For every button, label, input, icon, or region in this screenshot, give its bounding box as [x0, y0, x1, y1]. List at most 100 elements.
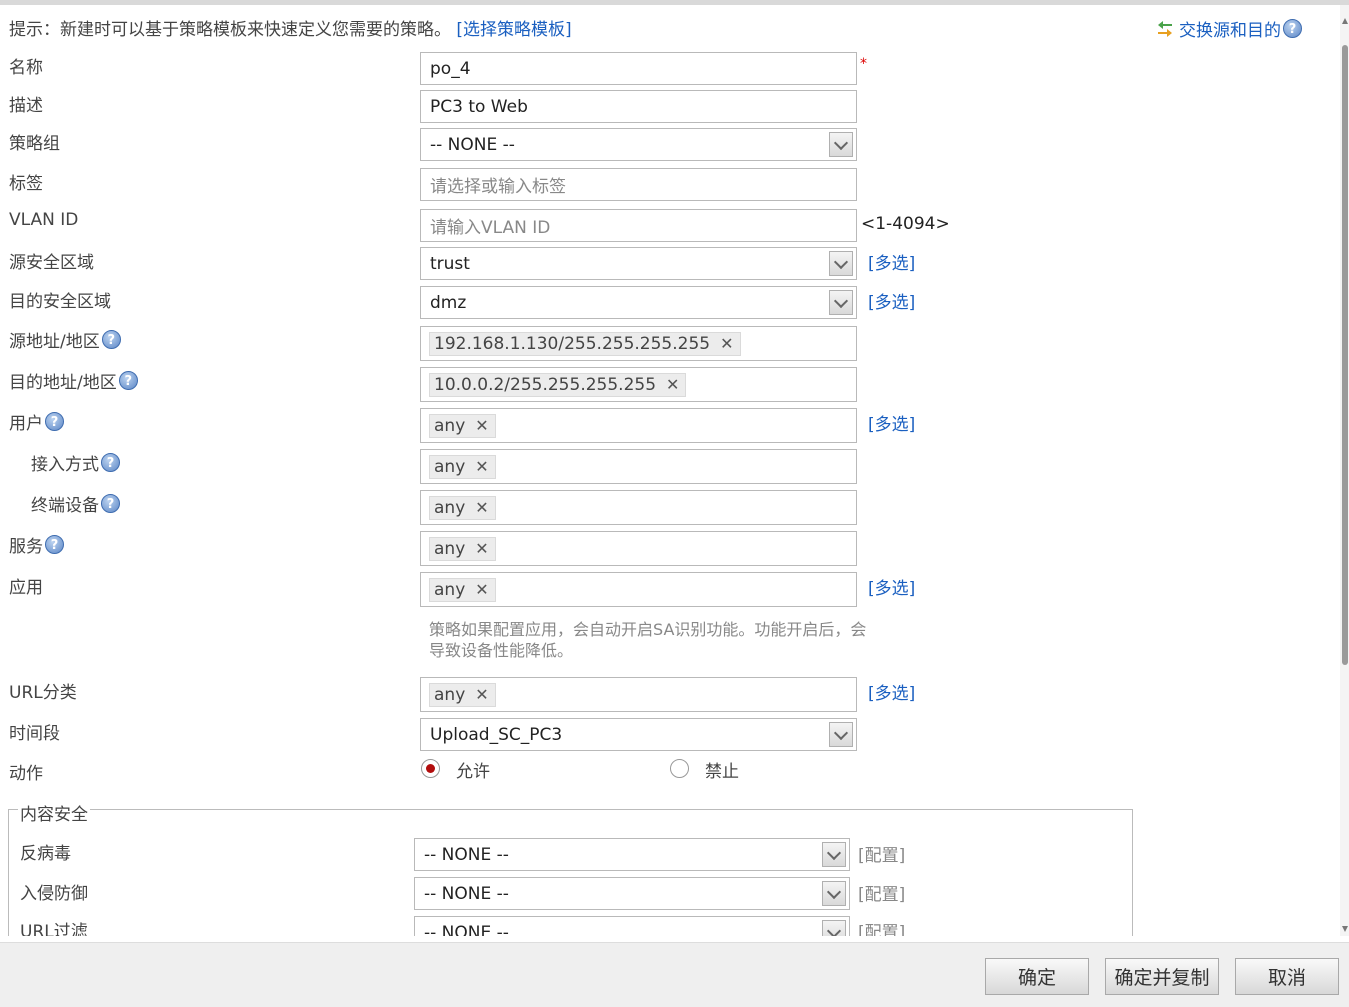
- src-addr-tag-text: 192.168.1.130/255.255.255.255: [434, 333, 711, 354]
- remove-icon[interactable]: ✕: [475, 457, 488, 476]
- template-hint: 提示：新建时可以基于策略模板来快速定义您需要的策略。 [选择策略模板]: [9, 15, 572, 40]
- action-allow-radio[interactable]: [421, 759, 440, 778]
- ok-button[interactable]: 确定: [985, 958, 1089, 995]
- help-icon[interactable]: ?: [1283, 19, 1302, 38]
- url-filter-select[interactable]: -- NONE --: [414, 916, 850, 936]
- dst-zone-value: dmz: [430, 292, 467, 313]
- remove-icon[interactable]: ✕: [720, 334, 733, 353]
- help-icon[interactable]: ?: [101, 494, 120, 513]
- scroll-up-icon[interactable]: [1342, 18, 1348, 24]
- url-category-multi-select[interactable]: [多选]: [868, 679, 915, 704]
- chevron-down-icon[interactable]: [822, 920, 846, 936]
- remove-icon[interactable]: ✕: [475, 580, 488, 599]
- application-note: 策略如果配置应用，会自动开启SA识别功能。功能开启后，会导致设备性能降低。: [429, 620, 867, 660]
- tag-placeholder: 请选择或输入标签: [430, 177, 566, 197]
- tag-input[interactable]: 请选择或输入标签: [420, 168, 857, 201]
- select-template-link[interactable]: [选择策略模板]: [456, 20, 571, 40]
- ips-value: -- NONE --: [424, 883, 509, 904]
- swap-src-dst-link[interactable]: 交换源和目的: [1179, 16, 1281, 41]
- chevron-down-icon[interactable]: [829, 132, 853, 157]
- ips-select[interactable]: -- NONE --: [414, 877, 850, 910]
- scrollbar-thumb[interactable]: [1342, 45, 1348, 665]
- vlan-id-label: VLAN ID: [9, 210, 79, 230]
- dst-zone-multi-select[interactable]: [多选]: [868, 288, 915, 313]
- user-label-text: 用户: [9, 414, 43, 434]
- terminal-device-tag: any ✕: [429, 495, 496, 520]
- src-addr-label: 源地址/地区 ?: [9, 327, 121, 352]
- form-scroll-area: 提示：新建时可以基于策略模板来快速定义您需要的策略。 [选择策略模板] 交换源和…: [0, 0, 1340, 936]
- user-tag-text: any: [434, 415, 466, 436]
- terminal-device-label: 终端设备 ?: [31, 491, 120, 516]
- url-category-tag-text: any: [434, 684, 466, 705]
- help-icon[interactable]: ?: [118, 371, 138, 390]
- antivirus-label: 反病毒: [20, 844, 71, 864]
- src-zone-label: 源安全区域: [9, 253, 94, 273]
- user-input[interactable]: any ✕: [420, 408, 857, 443]
- terminal-device-tag-text: any: [434, 497, 466, 518]
- antivirus-select[interactable]: -- NONE --: [414, 838, 850, 871]
- url-filter-value: -- NONE --: [424, 922, 509, 937]
- application-tag-text: any: [434, 579, 466, 600]
- swap-arrows-icon: [1158, 20, 1172, 37]
- dst-zone-label: 目的安全区域: [9, 292, 111, 312]
- src-zone-select[interactable]: trust: [420, 247, 857, 280]
- action-deny-label[interactable]: 禁止: [705, 757, 739, 782]
- antivirus-configure-link[interactable]: [配置]: [858, 841, 905, 866]
- service-input[interactable]: any ✕: [420, 531, 857, 566]
- action-deny-radio[interactable]: [670, 759, 689, 778]
- remove-icon[interactable]: ✕: [475, 498, 488, 517]
- chevron-down-icon[interactable]: [829, 722, 853, 747]
- dst-addr-tag-text: 10.0.0.2/255.255.255.255: [434, 374, 657, 395]
- user-tag: any ✕: [429, 413, 496, 438]
- name-label: 名称: [9, 58, 43, 78]
- scroll-down-icon[interactable]: [1342, 926, 1348, 932]
- application-multi-select[interactable]: [多选]: [868, 574, 915, 599]
- name-input[interactable]: po_4: [420, 52, 857, 85]
- description-value: PC3 to Web: [430, 96, 528, 117]
- action-allow-label[interactable]: 允许: [456, 757, 490, 782]
- src-addr-input[interactable]: 192.168.1.130/255.255.255.255 ✕: [420, 326, 857, 361]
- remove-icon[interactable]: ✕: [475, 539, 488, 558]
- user-multi-select[interactable]: [多选]: [868, 410, 915, 435]
- chevron-down-icon[interactable]: [822, 881, 846, 906]
- help-icon[interactable]: ?: [101, 453, 120, 472]
- chevron-down-icon[interactable]: [829, 251, 853, 276]
- terminal-device-input[interactable]: any ✕: [420, 490, 857, 525]
- vlan-range-hint: <1-4094>: [861, 214, 950, 234]
- vertical-scrollbar[interactable]: [1340, 5, 1349, 936]
- remove-icon[interactable]: ✕: [475, 416, 488, 435]
- description-input[interactable]: PC3 to Web: [420, 90, 857, 123]
- cancel-button[interactable]: 取消: [1235, 958, 1339, 995]
- dst-addr-tag: 10.0.0.2/255.255.255.255 ✕: [429, 372, 687, 397]
- time-range-label: 时间段: [9, 724, 60, 744]
- help-icon[interactable]: ?: [45, 535, 64, 554]
- terminal-device-label-text: 终端设备: [31, 496, 99, 516]
- application-input[interactable]: any ✕: [420, 572, 857, 607]
- dst-addr-label: 目的地址/地区 ?: [9, 368, 138, 393]
- time-range-select[interactable]: Upload_SC_PC3: [420, 718, 857, 751]
- remove-icon[interactable]: ✕: [666, 375, 679, 394]
- dst-zone-select[interactable]: dmz: [420, 286, 857, 319]
- help-icon[interactable]: ?: [45, 412, 64, 431]
- chevron-down-icon[interactable]: [822, 842, 846, 867]
- url-category-input[interactable]: any ✕: [420, 677, 857, 712]
- vlan-id-input[interactable]: 请输入VLAN ID: [420, 209, 857, 242]
- dst-addr-input[interactable]: 10.0.0.2/255.255.255.255 ✕: [420, 367, 857, 402]
- access-method-input[interactable]: any ✕: [420, 449, 857, 484]
- policy-group-value: -- NONE --: [430, 134, 515, 155]
- ips-configure-link[interactable]: [配置]: [858, 880, 905, 905]
- policy-group-select[interactable]: -- NONE --: [420, 128, 857, 161]
- help-icon[interactable]: ?: [101, 330, 121, 349]
- remove-icon[interactable]: ✕: [475, 685, 488, 704]
- service-label-text: 服务: [9, 537, 43, 557]
- antivirus-value: -- NONE --: [424, 844, 509, 865]
- url-filter-configure-link[interactable]: [配置]: [858, 918, 905, 936]
- ok-and-copy-button[interactable]: 确定并复制: [1105, 958, 1219, 995]
- user-label: 用户 ?: [9, 409, 64, 434]
- chevron-down-icon[interactable]: [829, 290, 853, 315]
- service-tag: any ✕: [429, 536, 496, 561]
- src-zone-multi-select[interactable]: [多选]: [868, 249, 915, 274]
- content-security-legend: 内容安全: [18, 800, 90, 825]
- tag-label: 标签: [9, 174, 43, 194]
- swap-src-dst[interactable]: 交换源和目的 ?: [1155, 16, 1302, 41]
